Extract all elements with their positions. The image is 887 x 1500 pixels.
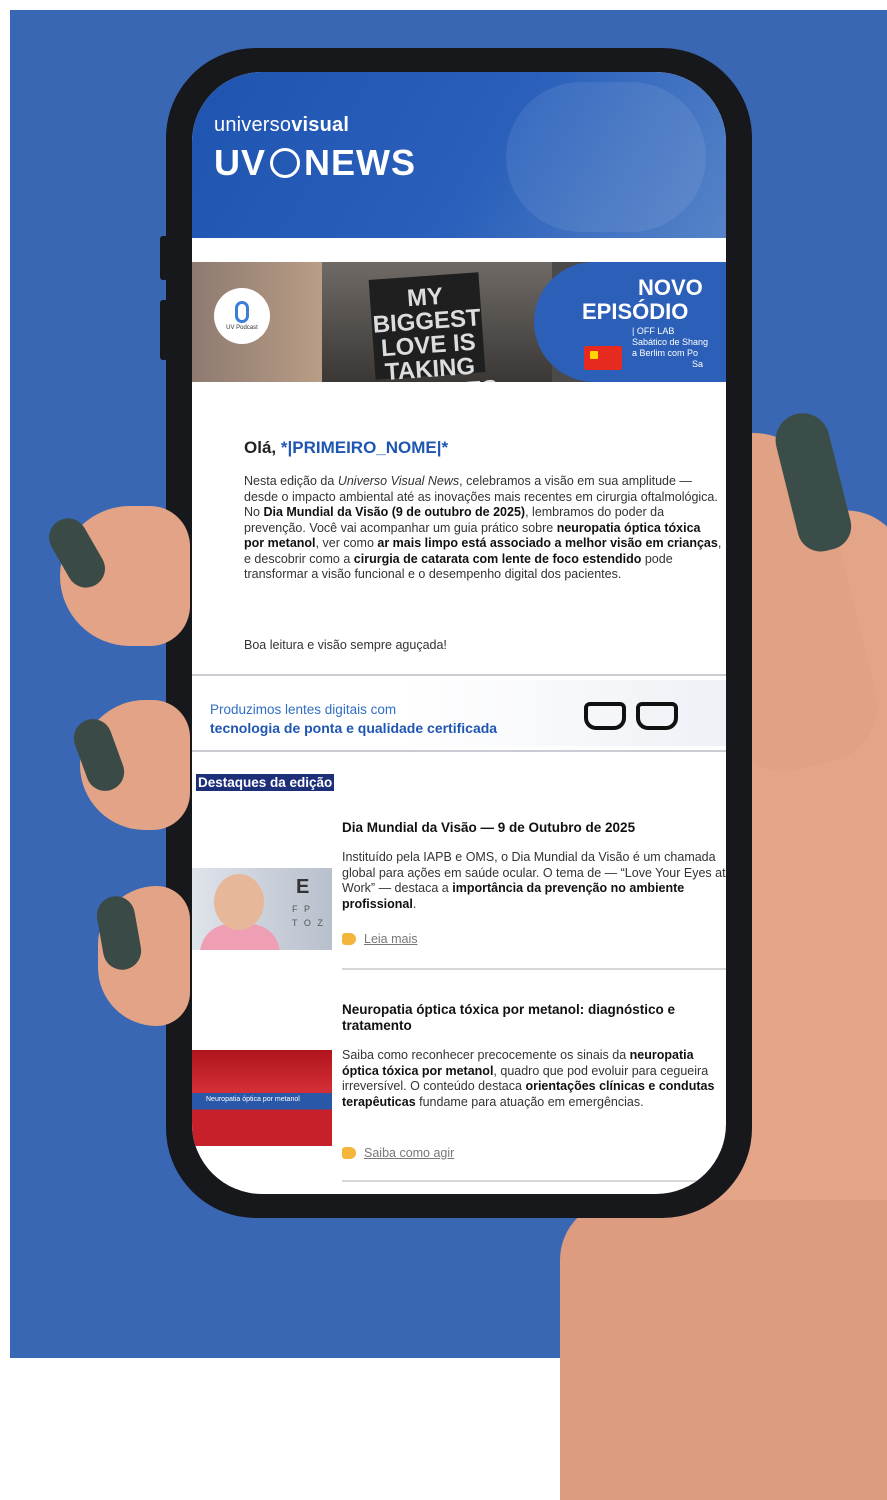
glasses-icon bbox=[584, 702, 684, 732]
divider bbox=[192, 750, 726, 752]
intro-paragraph: Nesta edição da Universo Visual News, ce… bbox=[244, 474, 722, 581]
article-summary: Saiba como reconhecer precocemente os si… bbox=[342, 1048, 715, 1109]
newsletter-header: universovisual UV NEWS bbox=[192, 72, 726, 238]
article-image-child-eye-test[interactable]: E F P T O Z bbox=[192, 868, 332, 950]
article-image-methanol[interactable]: Neuropatia óptica por metanol bbox=[192, 1050, 332, 1146]
microphone-icon bbox=[235, 301, 249, 323]
article-separator bbox=[342, 968, 726, 970]
phone-side-button bbox=[160, 236, 168, 280]
china-flag-icon bbox=[584, 346, 622, 370]
article-summary: Instituído pela IAPB e OMS, o Dia Mundia… bbox=[342, 850, 726, 911]
greeting: Olá, *|PRIMEIRO_NOME|* bbox=[244, 438, 449, 457]
pointing-hand-icon bbox=[342, 1147, 356, 1159]
podcast-banner[interactable]: UV Podcast MY BIGGEST LOVE IS TAKING PIC… bbox=[192, 262, 726, 382]
article-title[interactable]: Neuropatia óptica tóxica por metanol: di… bbox=[342, 1002, 722, 1034]
highlights-title: Destaques da edição bbox=[196, 774, 335, 791]
child-face bbox=[214, 874, 264, 930]
eye-chart-icon: E bbox=[296, 876, 310, 898]
hand-wrist bbox=[560, 1200, 887, 1500]
article-title[interactable]: Dia Mundial da Visão — 9 de Outubro de 2… bbox=[342, 820, 635, 836]
article-separator bbox=[342, 1180, 726, 1182]
read-more-link[interactable]: Leia mais bbox=[342, 932, 418, 946]
episode-subtitle: | OFF LAB Sabático de Shang a Berlim com… bbox=[632, 326, 709, 369]
pointing-hand-icon bbox=[342, 933, 356, 945]
episode-title: NOVO EPISÓDIO bbox=[582, 275, 703, 324]
podcast-badge: UV Podcast bbox=[214, 288, 270, 344]
logo-circle-icon bbox=[270, 148, 301, 178]
lens-ad-banner[interactable]: Produzimos lentes digitais com tecnologi… bbox=[192, 680, 726, 746]
banner-sign: MY BIGGEST LOVE IS TAKING PICTURES bbox=[368, 272, 499, 382]
uv-news-logo: UV NEWS bbox=[214, 142, 417, 183]
how-to-act-link[interactable]: Saiba como agir bbox=[342, 1146, 454, 1160]
divider bbox=[192, 674, 726, 676]
brand-wordmark: universovisual bbox=[214, 114, 350, 136]
phone-screen[interactable]: universovisual UV NEWS UV Podcast MY BIGG… bbox=[192, 72, 726, 1194]
header-photo bbox=[506, 82, 706, 232]
signoff: Boa leitura e visão sempre aguçada! bbox=[244, 638, 447, 652]
phone-volume-button bbox=[160, 300, 168, 360]
